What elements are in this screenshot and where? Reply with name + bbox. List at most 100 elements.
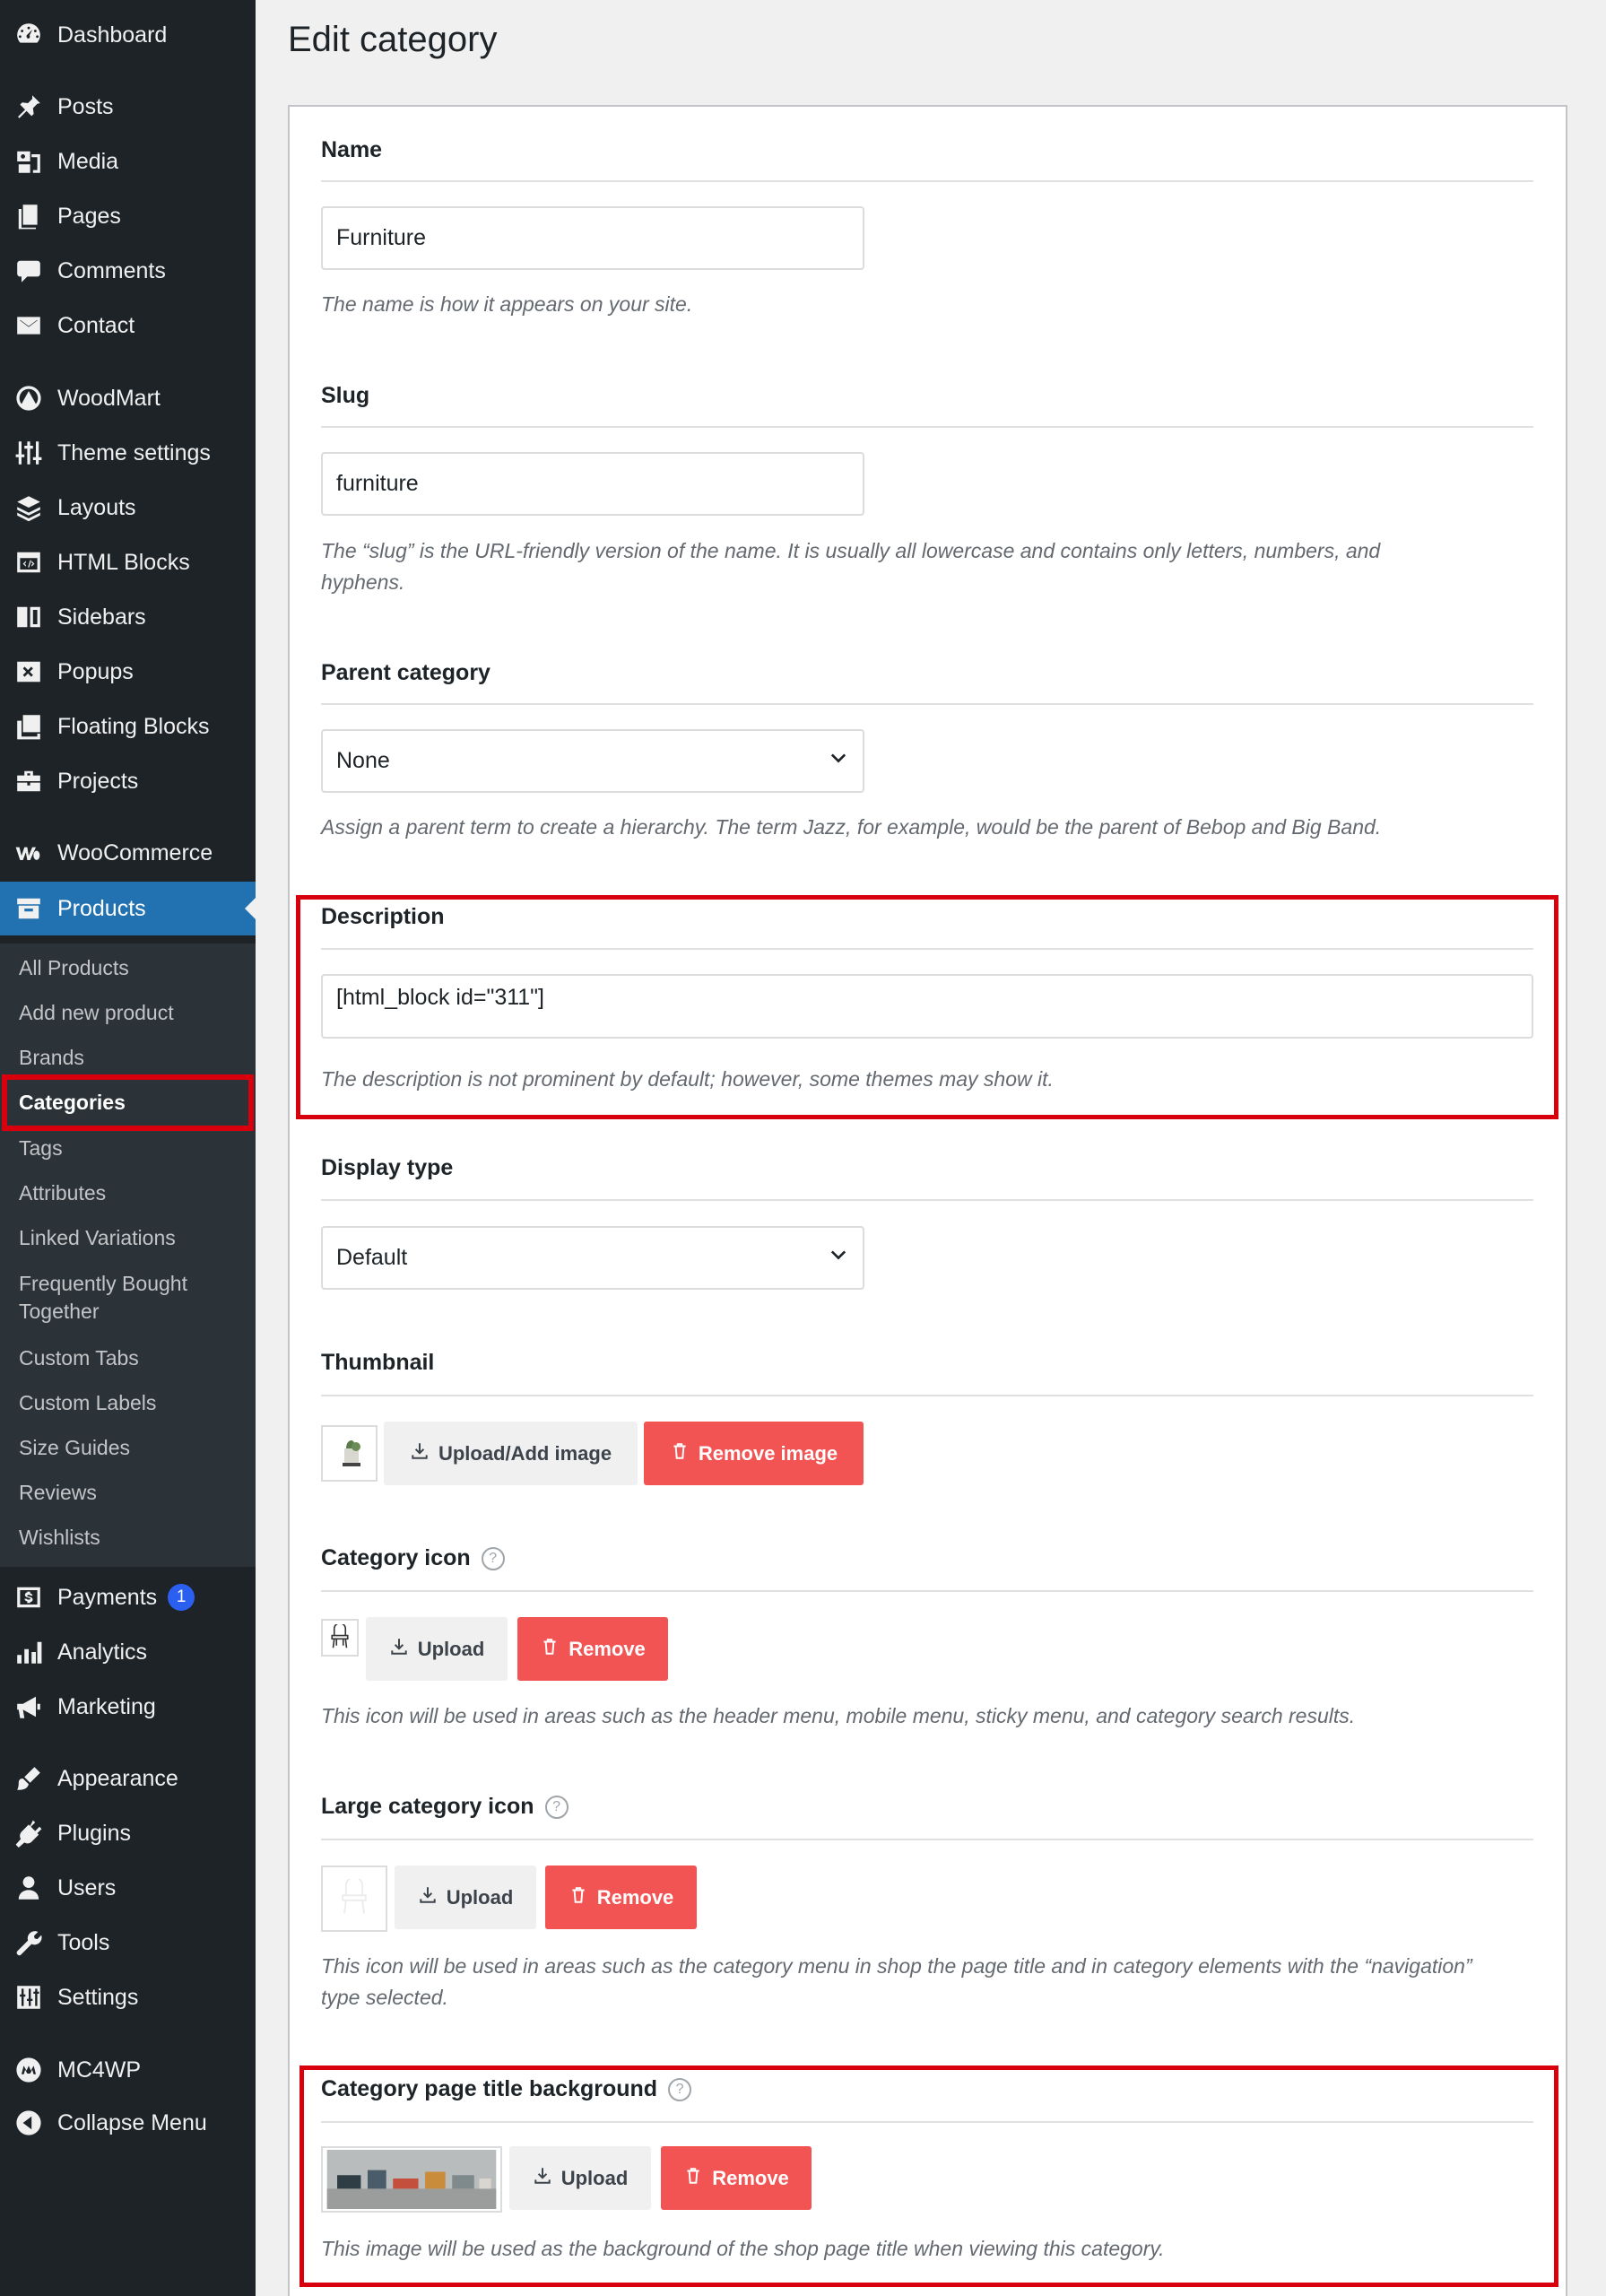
products-submenu [0, 944, 256, 1567]
menu-label: Payments [57, 1584, 158, 1610]
chevron-down-icon [828, 1244, 849, 1272]
help-icon[interactable]: ? [668, 2077, 692, 2101]
sliders-icon [13, 437, 45, 469]
parent-category-select[interactable]: None [321, 729, 864, 793]
display-type-select[interactable]: Default [321, 1226, 864, 1290]
floating-icon [13, 710, 45, 743]
menu-item-media[interactable]: Media [0, 135, 256, 188]
menu-item-floating-blocks[interactable]: Floating Blocks [0, 700, 256, 753]
submenu-brands[interactable]: Brands [0, 1044, 256, 1072]
name-help-text: The name is how it appears on your site. [321, 292, 693, 316]
menu-item-plugins[interactable]: Plugins [0, 1806, 256, 1860]
menu-item-layouts[interactable]: Layouts [0, 481, 256, 535]
menu-item-dashboard[interactable]: Dashboard [0, 8, 256, 62]
furniture-photo [326, 2150, 497, 2209]
menu-item-analytics[interactable]: Analytics [0, 1625, 256, 1679]
popup-icon [13, 656, 45, 688]
menu-label: Marketing [57, 1693, 156, 1719]
submenu-tags[interactable]: Tags [0, 1135, 256, 1162]
download-icon [410, 1441, 430, 1466]
menu-item-tools[interactable]: Tools [0, 1916, 256, 1970]
collapse-menu-button[interactable]: Collapse Menu [0, 2096, 256, 2150]
large-icon-remove-button[interactable]: Remove [545, 1866, 697, 1929]
large-category-icon-label: Large category icon ? [321, 1794, 569, 1820]
menu-item-contact[interactable]: Contact [0, 299, 256, 352]
chair-icon [342, 1879, 367, 1914]
large-icon-upload-button[interactable]: Upload [395, 1866, 536, 1929]
submenu-custom-labels[interactable]: Custom Labels [0, 1389, 256, 1417]
title-background-upload-button[interactable]: Upload [509, 2146, 651, 2210]
menu-item-woodmart[interactable]: WoodMart [0, 371, 256, 425]
submenu-reviews[interactable]: Reviews [0, 1479, 256, 1507]
upload-add-image-button[interactable]: Upload/Add image [384, 1422, 638, 1485]
button-label: Remove [596, 1885, 674, 1909]
slug-help-text: The “slug” is the URL-friendly version o… [321, 539, 1381, 594]
code-icon [13, 546, 45, 578]
submenu-add-new-product[interactable]: Add new product [0, 999, 256, 1027]
download-icon [389, 1637, 409, 1662]
help-icon[interactable]: ? [481, 1546, 505, 1570]
page-title: Edit category [288, 20, 498, 59]
menu-item-settings[interactable]: Settings [0, 1970, 256, 2024]
button-label: Remove [712, 2166, 789, 2189]
slug-label: Slug [321, 383, 370, 408]
mail-icon [13, 309, 45, 342]
button-label: Upload/Add image [438, 1441, 612, 1465]
menu-item-woocommerce[interactable]: WooCommerce [0, 826, 256, 880]
menu-item-pages[interactable]: Pages [0, 189, 256, 243]
submenu-frequently-bought-together[interactable]: Frequently Bought Together [0, 1270, 256, 1326]
category-icon-help-text: This icon will be used in areas such as … [321, 1704, 1356, 1727]
wrench-icon [13, 1926, 45, 1959]
menu-item-popups[interactable]: Popups [0, 645, 256, 699]
name-input[interactable]: Furniture [321, 206, 864, 270]
select-value: Default [336, 1245, 408, 1270]
description-textarea[interactable]: [html_block id="311"] [321, 974, 1533, 1039]
payments-icon [13, 1581, 45, 1613]
menu-item-appearance[interactable]: Appearance [0, 1752, 256, 1805]
chair-icon [331, 1624, 349, 1648]
mc4wp-icon [13, 2054, 45, 2086]
pin-icon [13, 91, 45, 123]
trash-icon [540, 1637, 560, 1662]
slug-input[interactable]: furniture [321, 452, 864, 516]
menu-item-theme-settings[interactable]: Theme settings [0, 426, 256, 480]
button-label: Upload [417, 1637, 485, 1660]
divider [321, 1395, 1533, 1396]
category-icon-upload-button[interactable]: Upload [366, 1617, 508, 1681]
submenu-custom-tabs[interactable]: Custom Tabs [0, 1344, 256, 1372]
title-background-remove-button[interactable]: Remove [661, 2146, 812, 2210]
menu-label: WooCommerce [57, 839, 213, 865]
submenu-size-guides[interactable]: Size Guides [0, 1434, 256, 1462]
remove-image-button[interactable]: Remove image [644, 1422, 864, 1485]
label-text: Category icon [321, 1545, 471, 1570]
menu-item-mc4wp[interactable]: MC4WP [0, 2043, 256, 2097]
button-label: Remove image [698, 1441, 838, 1465]
menu-label: Popups [57, 658, 134, 684]
menu-item-html-blocks[interactable]: HTML Blocks [0, 535, 256, 589]
button-label: Upload [446, 1885, 514, 1909]
large-icon-preview [321, 1866, 387, 1932]
pages-icon [13, 200, 45, 232]
label-text: Category page title background [321, 2076, 658, 2101]
submenu-wishlists[interactable]: Wishlists [0, 1524, 256, 1552]
menu-item-products[interactable]: Products [0, 882, 256, 935]
select-value: None [336, 748, 390, 773]
menu-item-sidebars[interactable]: Sidebars [0, 590, 256, 644]
menu-item-projects[interactable]: Projects [0, 754, 256, 808]
archive-icon [13, 892, 45, 925]
divider [321, 180, 1533, 182]
menu-item-posts[interactable]: Posts [0, 80, 256, 134]
submenu-all-products[interactable]: All Products [0, 954, 256, 982]
divider [321, 426, 1533, 428]
submenu-attributes[interactable]: Attributes [0, 1179, 256, 1207]
menu-label: Projects [57, 768, 139, 794]
category-icon-remove-button[interactable]: Remove [517, 1617, 668, 1681]
menu-item-users[interactable]: Users [0, 1861, 256, 1915]
menu-item-comments[interactable]: Comments [0, 244, 256, 298]
menu-label: Theme settings [57, 439, 211, 465]
help-icon[interactable]: ? [544, 1795, 569, 1819]
menu-item-payments[interactable]: Payments 1 [0, 1570, 256, 1624]
submenu-linked-variations[interactable]: Linked Variations [0, 1224, 256, 1252]
menu-item-marketing[interactable]: Marketing [0, 1680, 256, 1734]
divider [321, 1199, 1533, 1201]
